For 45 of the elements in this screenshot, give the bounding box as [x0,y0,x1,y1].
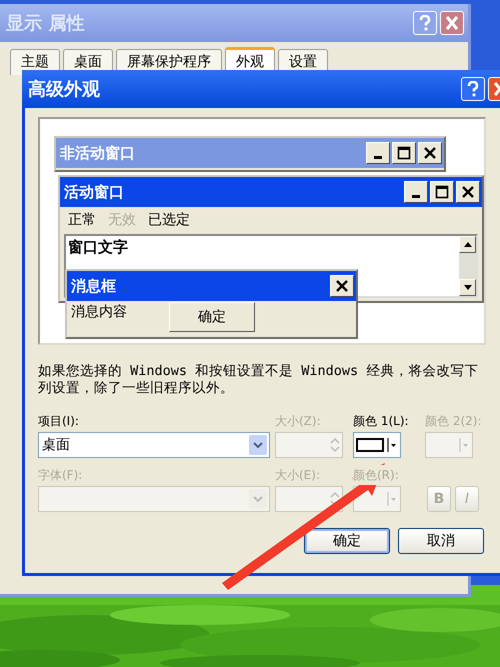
menu-item[interactable]: 已选定 [148,210,190,231]
close-icon [423,146,437,160]
ok-button[interactable]: 确定 [304,528,390,554]
close-button[interactable] [418,142,442,164]
help-button[interactable] [461,77,485,101]
minimize-icon [412,195,420,198]
close-button[interactable] [456,181,480,203]
close-icon [335,279,349,293]
close-icon [461,185,475,199]
dropdown-field[interactable]: 桌面 [38,432,270,458]
menu-item[interactable]: 正常 [68,210,96,231]
message-text: 消息内容 [71,303,128,322]
minimize-icon [374,156,382,159]
window-title: 非活动窗口 [60,142,136,164]
up-arrow-icon [464,242,472,247]
message-box-title: 消息框 [71,276,117,297]
window-title: 显示 属性 [6,12,86,36]
scroll-up-button[interactable] [459,236,476,253]
close-icon [445,15,459,31]
chevron-down-icon [253,442,263,448]
scroll-down-button[interactable] [459,279,476,296]
description-text: 如果您选择的 Windows 和按钮设置不是 Windows 经典，将会改写下列设置，除了一些旧程序以外。 [38,363,480,397]
maximize-icon [435,185,449,199]
cancel-button[interactable]: 取消 [398,528,484,554]
maximize-icon [397,146,411,160]
dropdown-arrow-icon [459,438,469,452]
dropdown-arrow-icon [387,438,397,452]
close-button[interactable] [330,275,354,297]
help-icon [466,81,480,97]
max-button[interactable] [392,142,416,164]
field-value: 桌面 [41,436,71,454]
field-label: 颜色(R): [353,465,399,485]
help-icon [418,15,432,31]
dropdown-arrow-icon [387,492,397,506]
ok-button[interactable]: 确定 [169,302,255,332]
window-title: 活动窗口 [64,182,125,203]
dialog-title: 高级外观 [28,78,101,102]
chevron-down-icon [253,496,263,502]
min-button[interactable] [366,142,390,164]
max-button[interactable] [430,181,454,203]
window-text: 窗口文字 [67,237,128,258]
spinner-icon [328,435,342,455]
color-picker[interactable] [353,432,401,458]
min-button[interactable] [404,181,428,203]
down-arrow-icon [464,285,472,290]
